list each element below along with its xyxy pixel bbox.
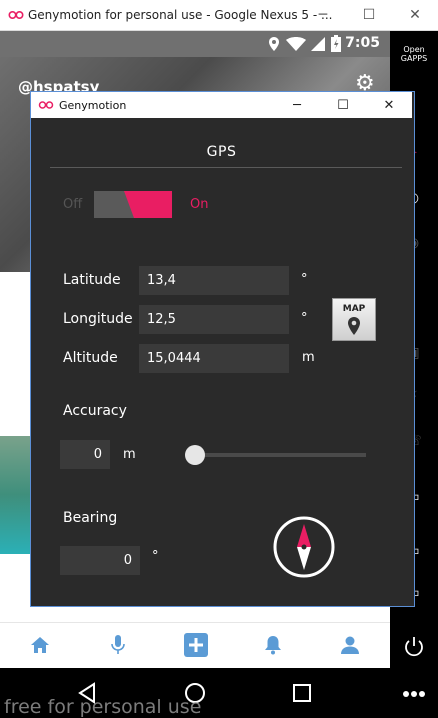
opengapps-button[interactable]: Open GAPPS bbox=[392, 45, 436, 63]
accuracy-unit: m bbox=[123, 447, 136, 462]
gps-off-label: Off bbox=[63, 197, 83, 212]
wifi-icon bbox=[286, 37, 306, 51]
longitude-label: Longitude bbox=[63, 311, 133, 327]
accuracy-input[interactable] bbox=[60, 440, 110, 469]
bearing-label: Bearing bbox=[63, 510, 118, 526]
altitude-unit: m bbox=[302, 350, 315, 365]
compass-icon[interactable] bbox=[273, 516, 335, 578]
outer-close-button[interactable]: ✕ bbox=[392, 0, 438, 30]
outer-minimize-button[interactable]: ─ bbox=[300, 0, 346, 30]
altitude-input[interactable] bbox=[139, 344, 289, 373]
microphone-icon[interactable] bbox=[103, 630, 133, 660]
map-button-label: MAP bbox=[342, 304, 366, 314]
home-icon[interactable] bbox=[25, 630, 55, 660]
bell-icon[interactable] bbox=[258, 630, 288, 660]
map-pin-icon bbox=[348, 317, 360, 335]
longitude-input[interactable] bbox=[139, 305, 289, 334]
genymotion-logo-icon bbox=[38, 101, 54, 109]
signal-icon bbox=[311, 37, 325, 51]
latitude-input[interactable] bbox=[139, 266, 289, 295]
accuracy-slider-knob[interactable] bbox=[185, 445, 205, 465]
accuracy-label: Accuracy bbox=[63, 403, 127, 419]
recents-icon[interactable] bbox=[292, 683, 312, 703]
altitude-label: Altitude bbox=[63, 350, 118, 366]
longitude-unit: ° bbox=[301, 311, 308, 326]
bearing-unit: ° bbox=[152, 549, 159, 564]
dialog-maximize-button[interactable]: ☐ bbox=[320, 92, 366, 118]
add-icon[interactable] bbox=[181, 630, 211, 660]
latitude-label: Latitude bbox=[63, 272, 121, 288]
more-icon[interactable] bbox=[402, 690, 426, 698]
post-thumbnail[interactable] bbox=[0, 436, 30, 554]
genymotion-logo-icon bbox=[8, 10, 24, 20]
bearing-input[interactable] bbox=[60, 546, 140, 575]
dialog-minimize-button[interactable]: ─ bbox=[274, 92, 320, 118]
profile-icon[interactable] bbox=[335, 630, 365, 660]
gps-toggle[interactable] bbox=[94, 191, 172, 218]
divider bbox=[50, 167, 402, 168]
latitude-unit: ° bbox=[301, 272, 308, 287]
location-icon bbox=[269, 37, 279, 51]
outer-window-title: Genymotion for personal use - Google Nex… bbox=[28, 8, 333, 22]
gps-section-title: GPS bbox=[206, 144, 237, 160]
power-icon[interactable] bbox=[403, 636, 425, 658]
gps-on-label: On bbox=[190, 197, 209, 212]
battery-icon bbox=[331, 35, 341, 52]
watermark-text: free for personal use bbox=[4, 696, 202, 718]
dialog-title: Genymotion bbox=[59, 99, 127, 112]
dialog-close-button[interactable]: ✕ bbox=[366, 92, 412, 118]
status-time: 7:05 bbox=[345, 35, 380, 51]
accuracy-slider-track[interactable] bbox=[190, 453, 366, 457]
outer-maximize-button[interactable]: ☐ bbox=[346, 0, 392, 30]
